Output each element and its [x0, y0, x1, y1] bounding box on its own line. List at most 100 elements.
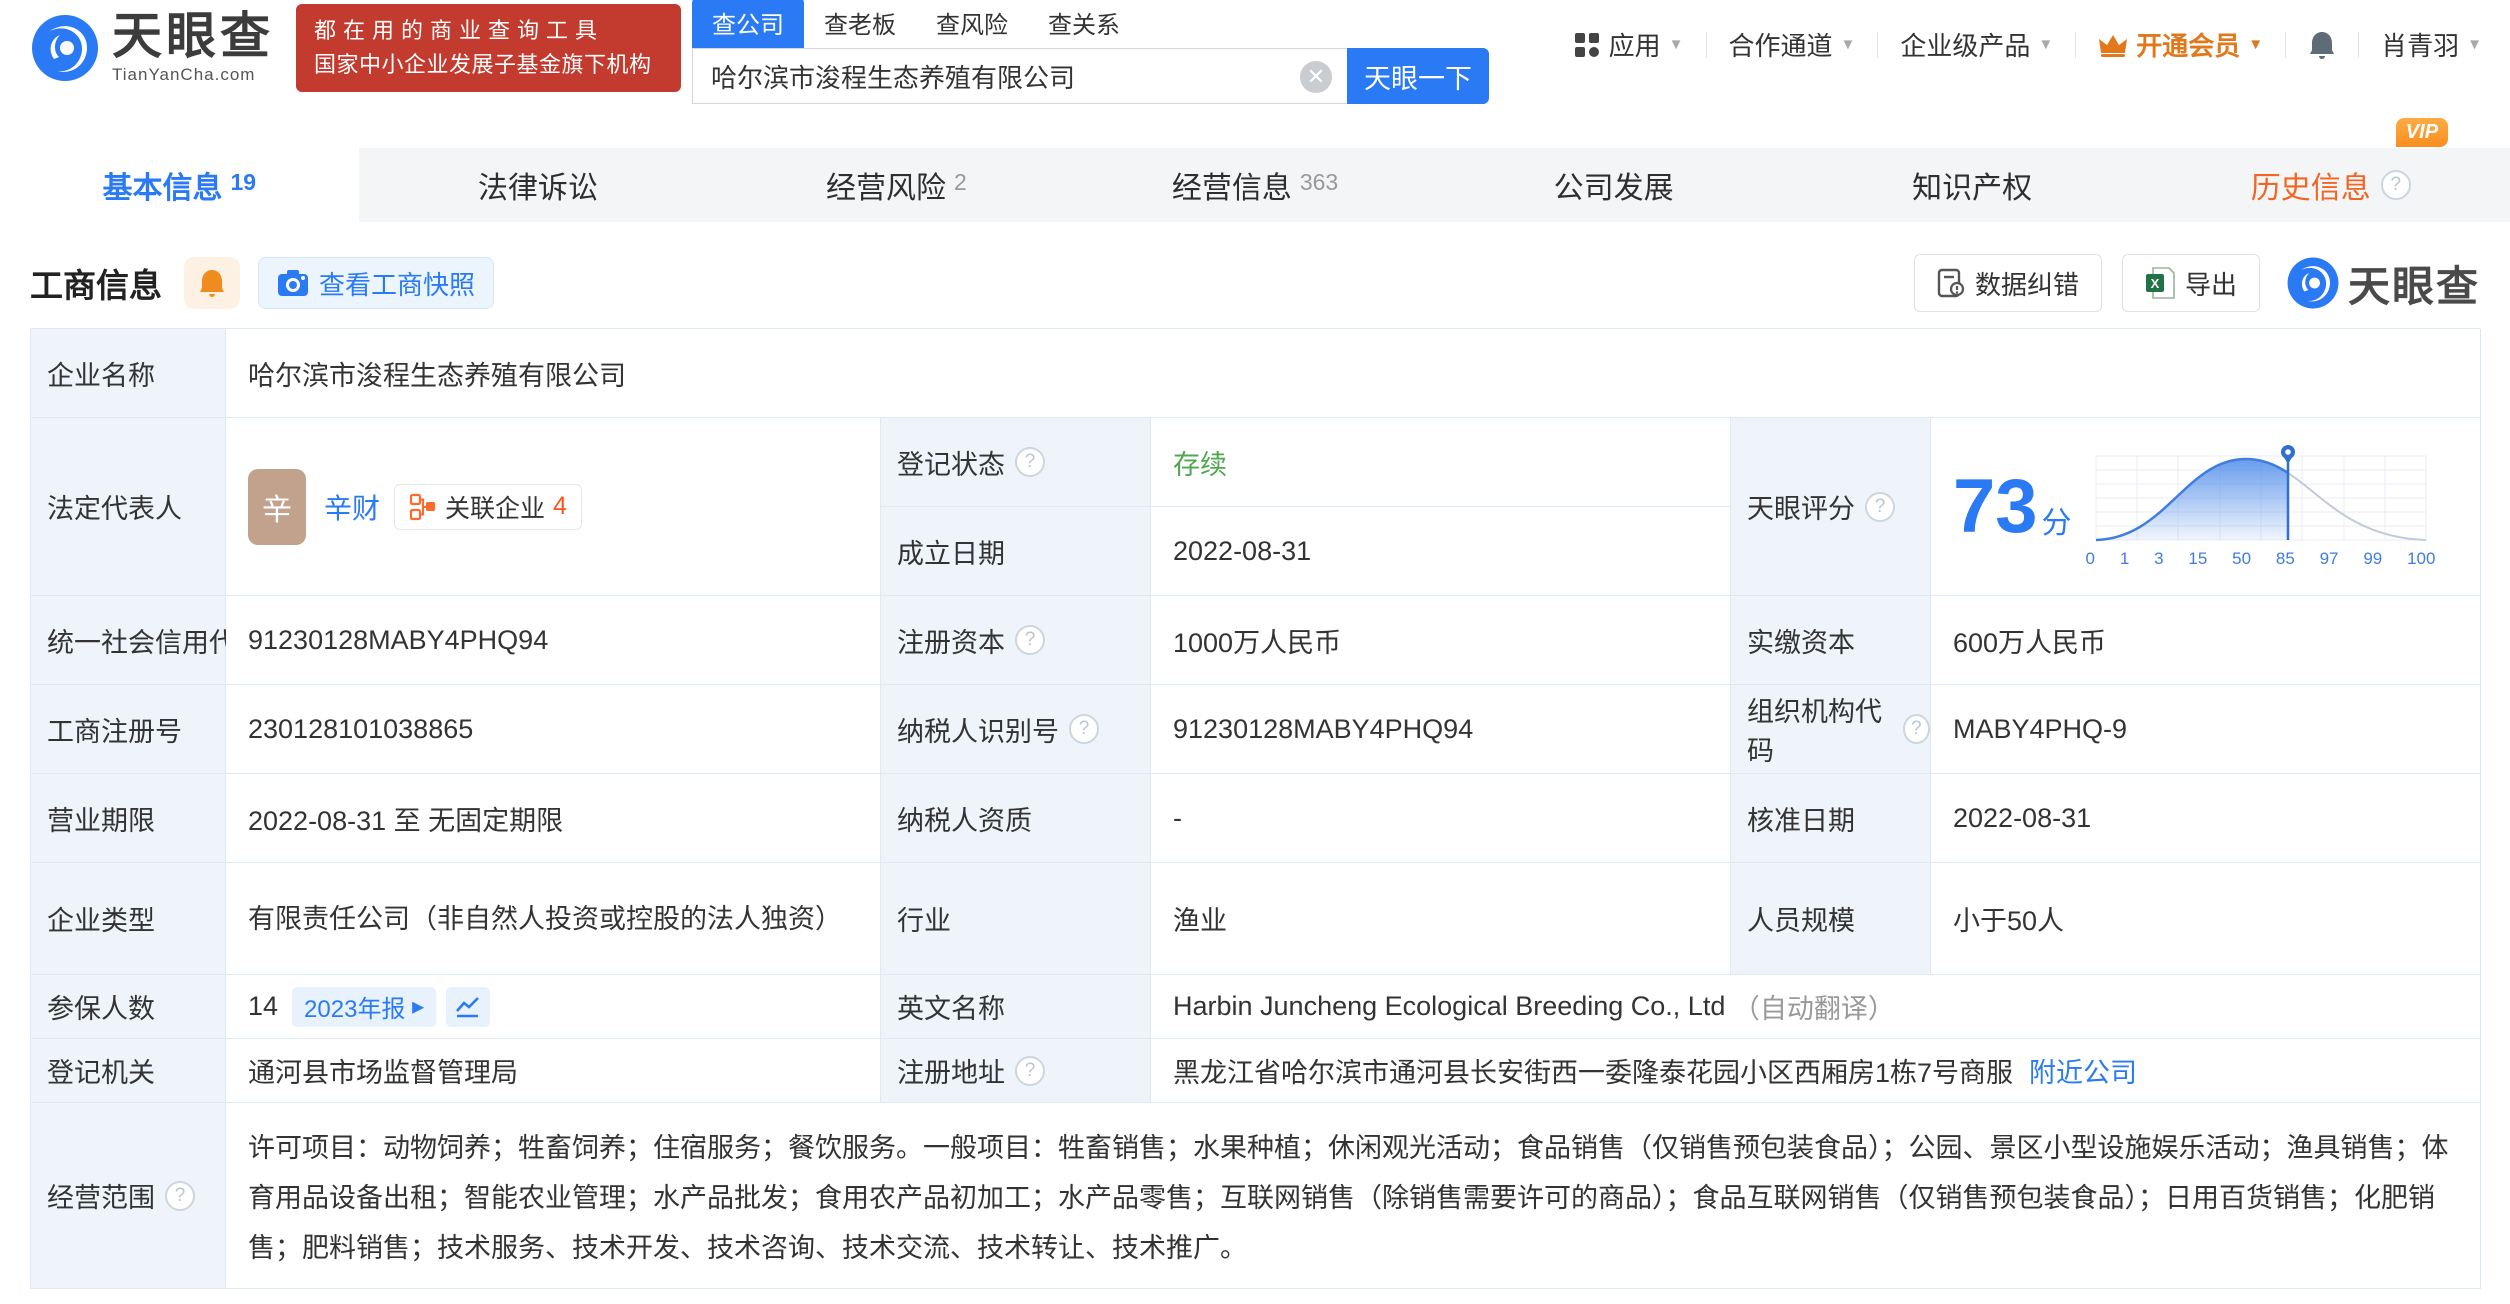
view-snapshot-button[interactable]: 查看工商快照 — [258, 257, 495, 309]
business-term-label: 营业期限 — [31, 774, 226, 863]
tab-legal-proceedings[interactable]: 法律诉讼 — [359, 148, 718, 222]
related-companies-label: 关联企业 — [445, 494, 546, 523]
svg-text:X: X — [2151, 276, 2160, 291]
help-icon[interactable]: ? — [1865, 491, 1895, 522]
help-icon[interactable]: ? — [1902, 714, 1930, 744]
auto-translate-note: （自动翻译） — [1732, 994, 1895, 1024]
industry-value: 渔业 — [1151, 863, 1731, 975]
divider — [2285, 31, 2287, 58]
apps-grid-icon — [1574, 32, 1599, 57]
registration-authority-label: 登记机关 — [31, 1039, 226, 1103]
org-code-value: MABY4PHQ-9 — [1931, 685, 2481, 774]
menu-vip[interactable]: 开通会员 ▼ — [2098, 26, 2263, 63]
approval-date-value: 2022-08-31 — [1931, 774, 2481, 863]
industry-label: 行业 — [881, 863, 1151, 975]
tab-company-development[interactable]: 公司发展 — [1434, 148, 1793, 222]
search-tab-risk[interactable]: 查风险 — [916, 0, 1028, 48]
chevron-down-icon: ▼ — [1668, 36, 1684, 53]
tab-intellectual-property[interactable]: 知识产权 — [1793, 148, 2152, 222]
tab-business-info[interactable]: 经营信息 363 — [1076, 148, 1435, 222]
trend-chart-icon[interactable] — [446, 986, 491, 1027]
taxpayer-id-label: 纳税人识别号? — [881, 685, 1151, 774]
detail-nav-tabs: 基本信息 19 法律诉讼 经营风险 2 经营信息 363 公司发展 知识产权 V… — [0, 118, 2510, 222]
score-value: 73 — [1953, 463, 2038, 549]
english-name-value: Harbin Juncheng Ecological Breeding Co.,… — [1151, 975, 2481, 1039]
staff-size-label: 人员规模 — [1731, 863, 1931, 975]
menu-vip-label: 开通会员 — [2136, 31, 2241, 61]
menu-partner[interactable]: 合作通道 ▼ — [1729, 26, 1856, 63]
legal-rep-name-link[interactable]: 辛财 — [324, 487, 380, 527]
tianyancha-logo-icon — [2287, 257, 2339, 309]
top-menu: 应用 ▼ 合作通道 ▼ 企业级产品 ▼ 开通会员 ▼ 肖青羽 ▼ — [1574, 26, 2482, 63]
menu-enterprise[interactable]: 企业级产品 ▼ — [1900, 26, 2053, 63]
excel-icon: X — [2145, 267, 2175, 299]
business-scope-label: 经营范围? — [31, 1103, 226, 1289]
uscc-value: 91230128MABY4PHQ94 — [226, 596, 881, 685]
divider — [2358, 31, 2360, 58]
bell-icon — [200, 270, 224, 297]
company-name-value: 哈尔滨市浚程生态养殖有限公司 — [226, 329, 2481, 418]
search-submit-button[interactable]: 天眼一下 — [1347, 48, 1489, 104]
related-companies-button[interactable]: 关联企业 4 — [394, 483, 582, 530]
help-icon[interactable]: ? — [1015, 447, 1045, 477]
export-button[interactable]: X 导出 — [2121, 254, 2260, 312]
company-type-value: 有限责任公司（非自然人投资或控股的法人独资） — [226, 863, 881, 975]
tianyancha-logo-icon — [32, 15, 98, 81]
registered-address-cell: 黑龙江省哈尔滨市通河县长安街西一委隆泰花园小区西厢房1栋7号商服 附近公司 — [1151, 1039, 2481, 1103]
user-menu[interactable]: 肖青羽 ▼ — [2381, 26, 2482, 63]
business-term-value: 2022-08-31 至 无固定期限 — [226, 774, 881, 863]
chevron-down-icon: ▼ — [1840, 36, 1856, 53]
company-name-label: 企业名称 — [31, 329, 226, 418]
notification-bell[interactable] — [2308, 30, 2336, 60]
divider — [1877, 31, 1879, 58]
business-scope-value: 许可项目：动物饲养；牲畜饲养；住宿服务；餐饮服务。一般项目：牲畜销售；水果种植；… — [226, 1103, 2481, 1289]
search-tab-relation[interactable]: 查关系 — [1028, 0, 1140, 48]
help-icon[interactable]: ? — [1015, 625, 1045, 655]
vip-badge: VIP — [2395, 118, 2449, 147]
help-icon[interactable]: ? — [1069, 714, 1099, 744]
tab-count: 19 — [230, 168, 257, 195]
tab-operating-risk[interactable]: 经营风险 2 — [717, 148, 1076, 222]
nearby-companies-link[interactable]: 附近公司 — [2029, 1051, 2137, 1090]
search-tab-company[interactable]: 查公司 — [692, 0, 804, 48]
legal-rep-avatar[interactable]: 辛 — [248, 468, 306, 545]
registered-address-label: 注册地址? — [881, 1039, 1151, 1103]
document-edit-icon — [1937, 268, 1965, 298]
business-info-section-header: 工商信息 查看工商快照 数据纠错 X 导出 天眼查 — [30, 252, 2480, 314]
crown-icon — [2099, 34, 2128, 57]
search-tab-boss[interactable]: 查老板 — [804, 0, 916, 48]
tab-label: 知识产权 — [1912, 172, 2033, 205]
data-correction-button[interactable]: 数据纠错 — [1913, 254, 2102, 312]
clear-search-icon[interactable]: ✕ — [1300, 61, 1332, 93]
username: 肖青羽 — [2381, 31, 2460, 61]
approval-date-label: 核准日期 — [1731, 774, 1931, 863]
established-date-label: 成立日期 — [881, 507, 1151, 596]
menu-partner-label: 合作通道 — [1728, 31, 1833, 61]
tab-label: 经营信息 — [1171, 172, 1292, 205]
help-icon[interactable]: ? — [165, 1180, 195, 1211]
tab-label: 法律诉讼 — [477, 172, 598, 205]
monitor-bell-button[interactable] — [184, 257, 240, 309]
search-input[interactable] — [692, 48, 1347, 104]
help-icon[interactable]: ? — [1015, 1055, 1045, 1086]
menu-apps-label: 应用 — [1608, 31, 1661, 61]
tab-count: 363 — [1299, 168, 1339, 195]
slogan-line2: 国家中小企业发展子基金旗下机构 — [314, 52, 652, 77]
menu-apps[interactable]: 应用 ▼ — [1574, 26, 1684, 63]
tianyan-score-cell[interactable]: 73 分 0 1 3 15 50 85 97 99 100 — [1931, 418, 2481, 596]
reg-status-value: 存续 — [1151, 418, 1731, 507]
search-tabs: 查公司 查老板 查风险 查关系 — [692, 0, 1492, 48]
menu-enterprise-label: 企业级产品 — [1900, 31, 2031, 61]
business-registration-table: 企业名称 哈尔滨市浚程生态养殖有限公司 法定代表人 辛 辛财 关联企业 4 登记… — [30, 328, 2481, 1289]
tab-label: 公司发展 — [1553, 172, 1674, 205]
score-unit: 分 — [2041, 506, 2072, 540]
org-chart-icon — [409, 493, 436, 520]
tab-basic-info[interactable]: 基本信息 19 — [0, 148, 359, 222]
org-code-label: 组织机构代码? — [1731, 685, 1931, 774]
taxpayer-id-value: 91230128MABY4PHQ94 — [1151, 685, 1731, 774]
tianyancha-logo[interactable]: 天眼查 TianYanCha.com — [30, 11, 280, 85]
help-icon[interactable]: ? — [2380, 170, 2411, 200]
insured-count-value: 14 — [248, 991, 279, 1021]
tab-history-info[interactable]: VIP 历史信息 ? — [2151, 118, 2510, 222]
annual-report-link[interactable]: 2023年报 ▸ — [292, 986, 437, 1027]
